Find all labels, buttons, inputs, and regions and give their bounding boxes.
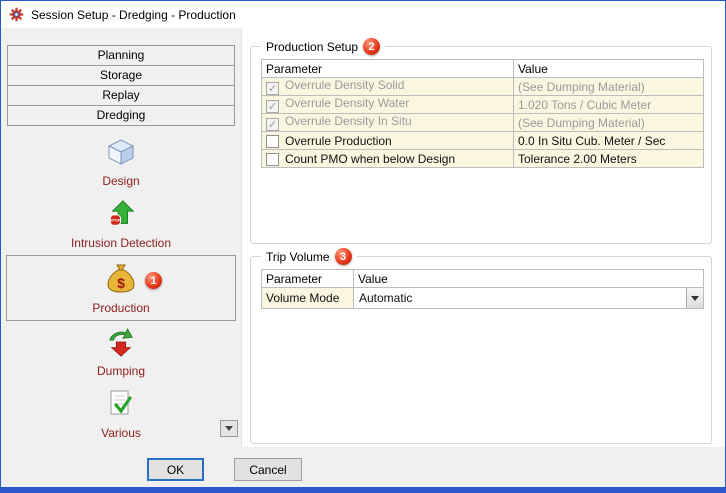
groupbox-title: Production Setup 2 xyxy=(261,38,385,55)
money-bag-icon: $ xyxy=(105,262,137,299)
column-header-parameter: Parameter xyxy=(262,270,354,288)
step-badge-3: 3 xyxy=(335,248,352,265)
ok-button[interactable]: OK xyxy=(147,458,204,481)
parameter-label: Overrule Production xyxy=(285,134,392,148)
table-header-row: Parameter Value xyxy=(262,60,704,78)
volume-mode-select[interactable]: Automatic xyxy=(354,288,703,308)
value-cell[interactable]: 1.020 Tons / Cubic Meter xyxy=(514,96,704,114)
parameter-cell: Overrule Density In Situ xyxy=(262,114,514,132)
value-cell[interactable]: (See Dumping Material) xyxy=(514,114,704,132)
checkbox[interactable] xyxy=(266,135,279,148)
sidebar-nav: Design STOP Intrusion Detection xyxy=(1,131,241,445)
sidebar-tab-planning[interactable]: Planning xyxy=(7,45,235,66)
parameter-label: Overrule Density Water xyxy=(285,96,409,110)
session-setup-dialog: Session Setup - Dredging - Production Pl… xyxy=(0,0,726,493)
value-cell[interactable]: 0.0 In Situ Cub. Meter / Sec xyxy=(514,132,704,150)
table-row: Volume Mode Automatic xyxy=(262,288,704,309)
sidebar-item-design[interactable]: Design xyxy=(1,131,241,193)
main-panel: Production Setup 2 Parameter Value Overr… xyxy=(241,28,725,447)
cancel-button[interactable]: Cancel xyxy=(234,458,302,481)
dialog-footer: OK Cancel xyxy=(1,447,725,487)
design-cube-icon xyxy=(106,137,136,172)
sidebar-item-label: Various xyxy=(101,426,141,440)
value-cell[interactable]: (See Dumping Material) xyxy=(514,78,704,96)
column-header-value: Value xyxy=(514,60,704,78)
checkbox[interactable] xyxy=(266,153,279,166)
step-badge-2: 2 xyxy=(363,38,380,55)
table-row: Overrule Production 0.0 In Situ Cub. Met… xyxy=(262,132,704,150)
production-setup-table: Parameter Value Overrule Density Solid (… xyxy=(261,59,704,168)
parameter-cell: Overrule Production xyxy=(262,132,514,150)
sidebar-item-various[interactable]: Various xyxy=(1,383,241,445)
checkbox[interactable] xyxy=(266,100,279,113)
trip-volume-groupbox: Trip Volume 3 Parameter Value Volume Mod… xyxy=(250,256,712,444)
parameter-cell: Volume Mode xyxy=(262,288,354,309)
parameter-cell: Overrule Density Solid xyxy=(262,78,514,96)
sidebar-item-label: Intrusion Detection xyxy=(71,236,171,250)
dropdown-button[interactable] xyxy=(686,288,703,308)
table-row: Overrule Density Water 1.020 Tons / Cubi… xyxy=(262,96,704,114)
sidebar-item-label: Design xyxy=(102,174,139,188)
table-header-row: Parameter Value xyxy=(262,270,704,288)
volume-mode-value: Automatic xyxy=(354,291,686,305)
table-row: Count PMO when below Design Tolerance 2.… xyxy=(262,150,704,168)
sidebar-item-dumping[interactable]: Dumping xyxy=(1,321,241,383)
sidebar-tab-storage[interactable]: Storage xyxy=(7,65,235,86)
trip-volume-title: Trip Volume xyxy=(266,250,330,264)
sidebar-item-production[interactable]: $ 1 Production xyxy=(6,255,236,321)
various-document-icon xyxy=(107,389,135,424)
trip-volume-table: Parameter Value Volume Mode Automatic xyxy=(261,269,704,309)
chevron-down-icon xyxy=(691,296,699,305)
gear-icon xyxy=(9,7,24,22)
production-setup-title: Production Setup xyxy=(266,40,358,54)
chevron-down-icon xyxy=(225,426,233,435)
sidebar: Planning Storage Replay Dredging Design xyxy=(1,28,241,447)
intrusion-detection-icon: STOP xyxy=(106,199,136,234)
titlebar: Session Setup - Dredging - Production xyxy=(1,1,725,28)
sidebar-item-intrusion-detection[interactable]: STOP Intrusion Detection xyxy=(1,193,241,255)
production-setup-groupbox: Production Setup 2 Parameter Value Overr… xyxy=(250,46,712,244)
sidebar-tab-replay[interactable]: Replay xyxy=(7,85,235,106)
column-header-value: Value xyxy=(354,270,704,288)
dialog-body: Planning Storage Replay Dredging Design xyxy=(1,28,725,447)
value-cell[interactable]: Tolerance 2.00 Meters xyxy=(514,150,704,168)
window-title: Session Setup - Dredging - Production xyxy=(31,8,236,22)
checkbox[interactable] xyxy=(266,118,279,131)
sidebar-item-label: Dumping xyxy=(97,364,145,378)
table-row: Overrule Density In Situ (See Dumping Ma… xyxy=(262,114,704,132)
step-badge-1: 1 xyxy=(145,272,162,289)
sidebar-tab-list: Planning Storage Replay Dredging xyxy=(7,45,235,126)
stop-text: STOP xyxy=(110,219,121,223)
dollar-text: $ xyxy=(117,275,125,291)
dumping-arrow-icon xyxy=(106,327,136,362)
value-cell: Automatic xyxy=(354,288,704,309)
column-header-parameter: Parameter xyxy=(262,60,514,78)
table-row: Overrule Density Solid (See Dumping Mate… xyxy=(262,78,704,96)
sidebar-item-label: Production xyxy=(92,301,149,315)
sidebar-tab-dredging[interactable]: Dredging xyxy=(7,105,235,126)
checkbox[interactable] xyxy=(266,82,279,95)
parameter-label: Overrule Density Solid xyxy=(285,78,404,92)
groupbox-title: Trip Volume 3 xyxy=(261,248,357,265)
parameter-label: Overrule Density In Situ xyxy=(285,114,412,128)
parameter-cell: Count PMO when below Design xyxy=(262,150,514,168)
parameter-cell: Overrule Density Water xyxy=(262,96,514,114)
scroll-down-button[interactable] xyxy=(220,420,238,437)
parameter-label: Count PMO when below Design xyxy=(285,152,455,166)
